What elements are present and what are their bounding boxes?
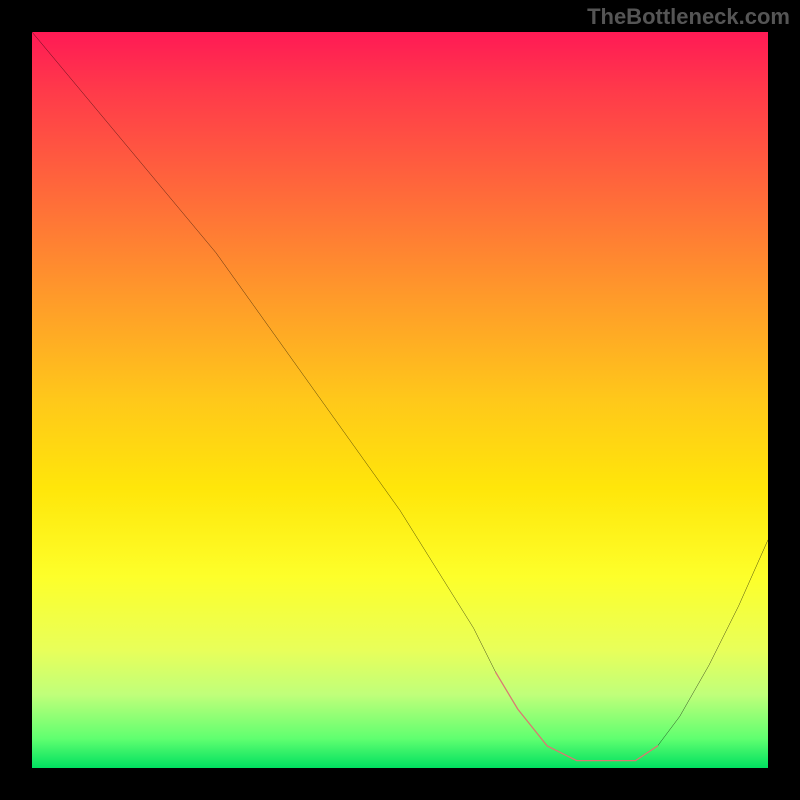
optimal-band-line: [496, 672, 658, 760]
chart-frame: TheBottleneck.com: [0, 0, 800, 800]
chart-svg: [32, 32, 768, 768]
bottleneck-curve-line: [32, 32, 768, 761]
chart-plot-area: [32, 32, 768, 768]
watermark-text: TheBottleneck.com: [587, 4, 790, 30]
